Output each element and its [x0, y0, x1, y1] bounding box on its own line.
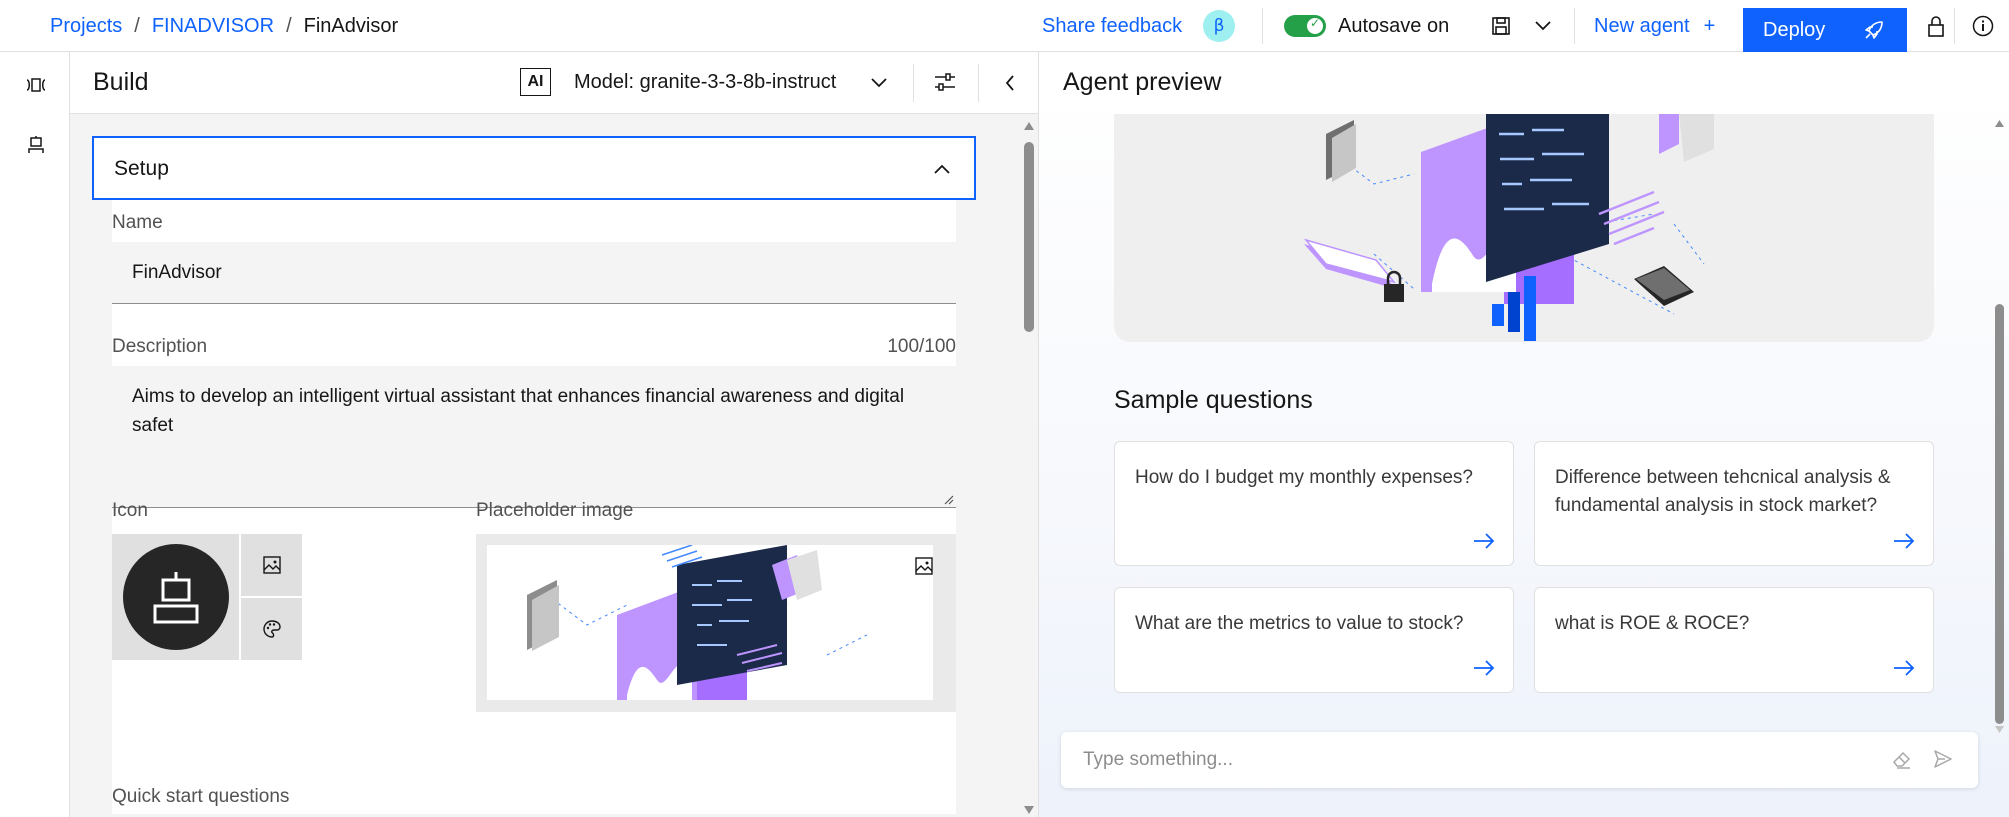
icon-label: Icon	[112, 500, 148, 521]
model-selector[interactable]: Model: granite-3-3-8b-instruct	[574, 71, 836, 94]
toggle-switch[interactable]: ✓	[1284, 15, 1326, 37]
name-label: Name	[112, 212, 163, 233]
placeholder-image-preview	[476, 534, 956, 712]
quick-start-label: Quick start questions	[112, 786, 290, 807]
scroll-down-arrow[interactable]	[1995, 726, 2004, 733]
agent-hero-illustration	[1114, 114, 1934, 342]
sample-question-card[interactable]: what is ROE & ROCE?	[1534, 587, 1934, 693]
setup-title: Setup	[114, 157, 169, 180]
autosave-label: Autosave on	[1338, 14, 1450, 37]
arrow-right-icon	[1894, 533, 1915, 549]
upload-image-button[interactable]	[241, 534, 302, 596]
share-feedback-link[interactable]: Share feedback	[1042, 0, 1182, 52]
sample-question-text: How do I budget my monthly expenses?	[1135, 467, 1473, 488]
resize-handle-icon[interactable]	[942, 493, 954, 505]
chat-input-bar	[1061, 732, 1978, 788]
flow-icon[interactable]	[25, 74, 47, 96]
robot-icon	[123, 544, 229, 650]
breadcrumb-separator: /	[286, 14, 292, 37]
sample-question-card[interactable]: What are the metrics to value to stock?	[1114, 587, 1514, 693]
breadcrumb: Projects / FINADVISOR / FinAdvisor	[50, 0, 398, 52]
placeholder-image-label: Placeholder image	[476, 500, 634, 521]
check-icon: ✓	[1309, 16, 1320, 30]
breadcrumb-current: FinAdvisor	[303, 14, 399, 37]
build-scrollbar[interactable]	[1020, 114, 1038, 817]
agent-preview-header: Agent preview	[1039, 52, 2009, 114]
breadcrumb-project-link[interactable]: FINADVISOR	[152, 15, 274, 38]
beta-badge-label: β	[1203, 10, 1235, 42]
save-icon[interactable]	[1488, 0, 1514, 52]
sample-questions-title: Sample questions	[1114, 386, 1313, 414]
deploy-label: Deploy	[1763, 18, 1826, 41]
divider	[978, 64, 979, 102]
chat-input[interactable]	[1061, 732, 1881, 788]
description-counter: 100/100	[887, 336, 956, 357]
sample-question-text: what is ROE & ROCE?	[1555, 613, 1750, 634]
build-title: Build	[93, 68, 149, 96]
build-header: Build AI Model: granite-3-3-8b-instruct	[70, 52, 1038, 114]
change-image-button[interactable]	[900, 542, 948, 590]
divider	[1954, 8, 1955, 44]
icon-picker	[112, 534, 302, 660]
divider	[913, 64, 914, 102]
scroll-down-arrow[interactable]	[1024, 806, 1034, 814]
new-agent-button[interactable]: New agent +	[1594, 0, 1715, 52]
divider	[1262, 8, 1263, 44]
agent-avatar	[112, 534, 239, 660]
ai-badge: AI	[520, 68, 551, 96]
arrow-right-icon	[1474, 533, 1495, 549]
top-bar: Projects / FINADVISOR / FinAdvisor Share…	[0, 0, 2009, 52]
chevron-left-icon[interactable]	[1000, 73, 1020, 93]
deploy-button[interactable]: Deploy	[1743, 8, 1907, 52]
setup-form: Name FinAdvisor Description 100/100 Aims…	[112, 200, 956, 817]
scroll-up-arrow[interactable]	[1024, 122, 1034, 130]
scroll-up-arrow[interactable]	[1995, 120, 2004, 127]
divider	[1574, 8, 1575, 44]
image-icon	[915, 557, 933, 575]
build-body: Setup Name FinAdvisor Description 100/10…	[70, 114, 1038, 817]
chevron-down-icon[interactable]	[868, 77, 890, 89]
rocket-icon	[1865, 21, 1883, 39]
chevron-down-icon[interactable]	[1530, 0, 1556, 52]
left-rail	[0, 52, 70, 817]
scrollbar-thumb[interactable]	[1995, 304, 2004, 724]
sample-question-text: Difference between tehcnical analysis & …	[1555, 467, 1891, 516]
info-icon[interactable]	[1970, 0, 1996, 52]
sample-question-card[interactable]: How do I budget my monthly expenses?	[1114, 441, 1514, 566]
description-label: Description	[112, 336, 208, 357]
eraser-icon[interactable]	[1890, 748, 1914, 770]
image-icon	[262, 556, 281, 574]
new-agent-label: New agent	[1594, 14, 1690, 37]
agent-preview-panel: Agent preview Sample questions How do I …	[1038, 52, 2009, 817]
chevron-up-icon[interactable]	[932, 163, 952, 175]
arrow-right-icon	[1894, 660, 1915, 676]
name-input[interactable]: FinAdvisor	[112, 242, 956, 304]
palette-icon	[262, 620, 281, 638]
sample-question-text: What are the metrics to value to stock?	[1135, 613, 1464, 634]
description-textarea[interactable]: Aims to develop an intelligent virtual a…	[112, 366, 956, 508]
scrollbar-thumb[interactable]	[1024, 142, 1034, 332]
send-icon[interactable]	[1932, 749, 1954, 769]
color-palette-button[interactable]	[241, 598, 302, 660]
autosave-toggle[interactable]: ✓ Autosave on	[1284, 0, 1449, 52]
agent-preview-title: Agent preview	[1063, 68, 1222, 96]
preview-scrollbar[interactable]	[1990, 114, 2009, 817]
sample-question-card[interactable]: Difference between tehcnical analysis & …	[1534, 441, 1934, 566]
breadcrumb-separator: /	[134, 14, 140, 37]
sliders-icon[interactable]	[932, 69, 958, 95]
plus-icon: +	[1703, 14, 1716, 37]
lock-icon[interactable]	[1924, 0, 1948, 52]
setup-accordion[interactable]: Setup	[92, 136, 976, 200]
beta-badge: β	[1203, 0, 1235, 52]
breadcrumb-projects-link[interactable]: Projects	[50, 15, 122, 38]
arrow-right-icon	[1474, 660, 1495, 676]
description-text: Aims to develop an intelligent virtual a…	[132, 386, 905, 436]
illustration-image	[487, 545, 933, 700]
agent-icon[interactable]	[25, 134, 47, 156]
